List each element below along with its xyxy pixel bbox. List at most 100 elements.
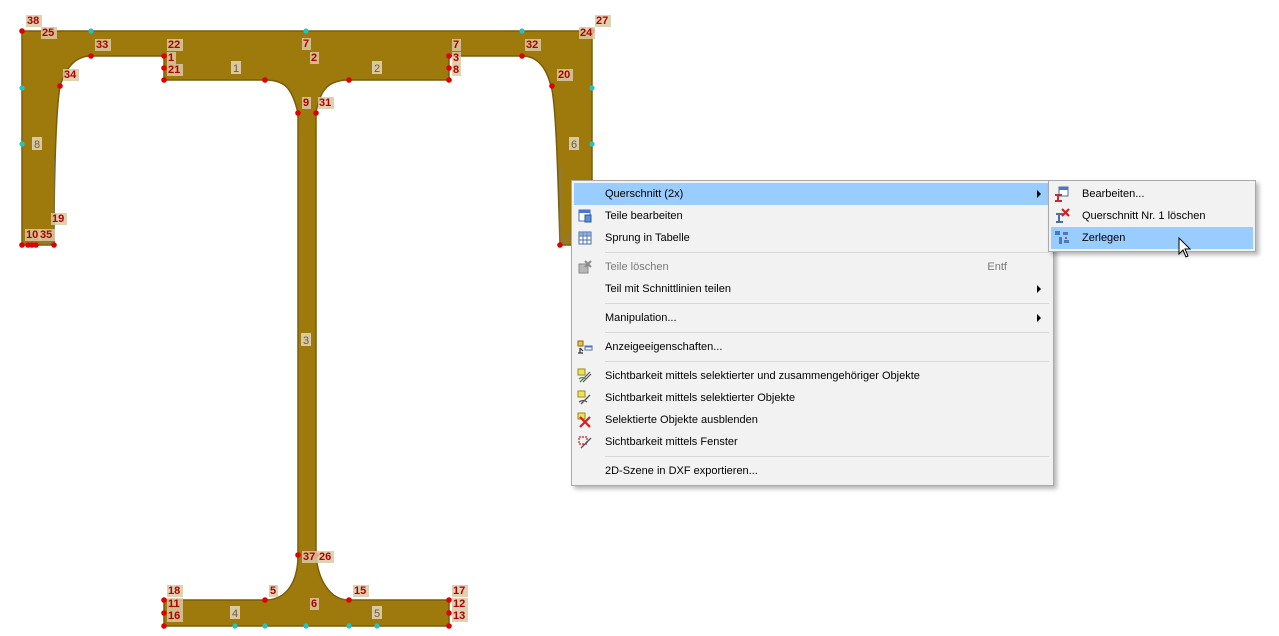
menu-item-label: Teile löschen xyxy=(605,261,669,273)
mid-node-marker[interactable] xyxy=(303,623,309,629)
submenu-item-zerlegen[interactable]: Zerlegen xyxy=(1051,227,1253,249)
node-marker[interactable] xyxy=(88,53,94,59)
mid-node-marker[interactable] xyxy=(589,141,595,147)
node-marker[interactable] xyxy=(519,53,525,59)
menu-item-label: Selektierte Objekte ausblenden xyxy=(605,414,758,426)
node-label: 9 xyxy=(303,97,309,109)
menu-item-selektierte-ausblenden[interactable]: Selektierte Objekte ausblenden xyxy=(574,409,1051,431)
node-label: 19 xyxy=(52,213,64,225)
node-label: 16 xyxy=(168,610,180,622)
context-menu[interactable]: Querschnitt (2x) Teile bearbeiten Sprung… xyxy=(571,180,1054,486)
node-marker[interactable] xyxy=(161,77,167,83)
node-label: 18 xyxy=(168,585,180,597)
node-marker[interactable] xyxy=(19,28,25,34)
node-marker[interactable] xyxy=(262,77,268,83)
node-marker[interactable] xyxy=(161,65,167,71)
node-marker[interactable] xyxy=(295,110,301,116)
menu-item-anzeigeeigenschaften[interactable]: Anzeigeeigenschaften... xyxy=(574,336,1051,358)
menu-item-teile-loeschen[interactable]: Teile löschen Entf xyxy=(574,256,1051,278)
mid-node-marker[interactable] xyxy=(519,28,525,34)
node-marker[interactable] xyxy=(346,597,352,603)
menu-item-sichtbarkeit-selektiert[interactable]: Sichtbarkeit mittels selektierter Objekt… xyxy=(574,387,1051,409)
mid-node-marker[interactable] xyxy=(303,28,309,34)
node-label: 25 xyxy=(42,27,54,39)
menu-item-sprung-in-tabelle[interactable]: Sprung in Tabelle xyxy=(574,227,1051,249)
menu-item-label: Anzeigeeigenschaften... xyxy=(605,341,723,353)
mid-node-marker[interactable] xyxy=(19,141,25,147)
node-label: 32 xyxy=(526,39,538,51)
node-marker[interactable] xyxy=(346,77,352,83)
menu-item-dxf-export[interactable]: 2D-Szene in DXF exportieren... xyxy=(574,460,1051,482)
line-label: 2 xyxy=(374,63,380,75)
line-label: 1 xyxy=(233,63,239,75)
node-marker[interactable] xyxy=(549,83,555,89)
node-marker[interactable] xyxy=(161,610,167,616)
mid-node-marker[interactable] xyxy=(88,28,94,34)
node-label: 33 xyxy=(96,39,108,51)
node-label: 15 xyxy=(354,585,366,597)
node-marker[interactable] xyxy=(161,623,167,629)
mid-node-marker[interactable] xyxy=(19,85,25,91)
line-label: 4 xyxy=(232,608,238,620)
submenu-item-bearbeiten[interactable]: Bearbeiten... xyxy=(1051,183,1253,205)
mid-node-marker[interactable] xyxy=(346,623,352,629)
menu-item-label: Teil mit Schnittlinien teilen xyxy=(605,283,731,295)
node-label: 11 xyxy=(168,598,180,610)
mid-node-marker[interactable] xyxy=(374,623,380,629)
line-label: 8 xyxy=(34,139,40,151)
node-marker[interactable] xyxy=(161,597,167,603)
submenu-querschnitt[interactable]: Bearbeiten... Querschnitt Nr. 1 löschen … xyxy=(1048,180,1256,252)
menu-item-label: Sichtbarkeit mittels Fenster xyxy=(605,436,738,448)
node-label: 5 xyxy=(270,585,276,597)
node-labels: 382533 221217273832242734 209 311910 3537 261… xyxy=(25,15,611,622)
mouse-cursor-icon xyxy=(1178,237,1192,258)
menu-item-sichtbarkeit-zusammengehoerig[interactable]: Sichtbarkeit mittels selektierter und zu… xyxy=(574,365,1051,387)
menu-item-teile-bearbeiten[interactable]: Teile bearbeiten xyxy=(574,205,1051,227)
menu-separator xyxy=(605,456,1049,457)
node-marker[interactable] xyxy=(313,110,319,116)
node-marker[interactable] xyxy=(51,242,57,248)
mid-node-marker[interactable] xyxy=(262,623,268,629)
submenu-item-querschnitt-loeschen[interactable]: Querschnitt Nr. 1 löschen xyxy=(1051,205,1253,227)
node-marker[interactable] xyxy=(262,597,268,603)
node-marker[interactable] xyxy=(29,242,35,248)
node-label: 35 xyxy=(40,229,52,241)
mid-node-marker[interactable] xyxy=(232,623,238,629)
section-profile[interactable] xyxy=(21,30,593,627)
menu-item-label: Sichtbarkeit mittels selektierter Objekt… xyxy=(605,392,796,404)
delete-section-icon xyxy=(1056,208,1070,223)
menu-item-label: Zerlegen xyxy=(1082,232,1126,244)
delete-icon xyxy=(578,260,592,274)
node-marker[interactable] xyxy=(446,53,452,59)
node-label: 1 xyxy=(168,52,174,64)
node-label: 13 xyxy=(453,610,465,622)
node-label: 38 xyxy=(27,15,39,27)
node-label: 10 xyxy=(26,229,38,241)
node-marker[interactable] xyxy=(161,53,167,59)
node-marker[interactable] xyxy=(57,83,63,89)
visibility-related-icon xyxy=(577,368,592,383)
menu-separator xyxy=(605,303,1049,304)
menu-item-label: Teile bearbeiten xyxy=(605,210,683,222)
node-label: 20 xyxy=(558,69,570,81)
node-marker[interactable] xyxy=(446,597,452,603)
menu-item-manipulation[interactable]: Manipulation... xyxy=(574,307,1051,329)
node-marker[interactable] xyxy=(446,77,452,83)
menu-separator xyxy=(605,252,1049,253)
node-marker[interactable] xyxy=(295,552,301,558)
menu-item-sichtbarkeit-fenster[interactable]: Sichtbarkeit mittels Fenster xyxy=(574,431,1051,453)
table-icon xyxy=(578,231,592,245)
node-marker[interactable] xyxy=(446,623,452,629)
node-label: 31 xyxy=(319,97,331,109)
node-marker[interactable] xyxy=(19,242,25,248)
node-label: 2 xyxy=(311,52,317,64)
node-label: 12 xyxy=(453,598,465,610)
mid-node-marker[interactable] xyxy=(589,85,595,91)
node-label: 17 xyxy=(453,585,465,597)
node-label: 6 xyxy=(311,598,317,610)
menu-item-querschnitt[interactable]: Querschnitt (2x) xyxy=(574,183,1051,205)
node-marker[interactable] xyxy=(557,242,563,248)
node-marker[interactable] xyxy=(446,610,452,616)
menu-item-teil-teilen[interactable]: Teil mit Schnittlinien teilen xyxy=(574,278,1051,300)
node-marker[interactable] xyxy=(446,65,452,71)
